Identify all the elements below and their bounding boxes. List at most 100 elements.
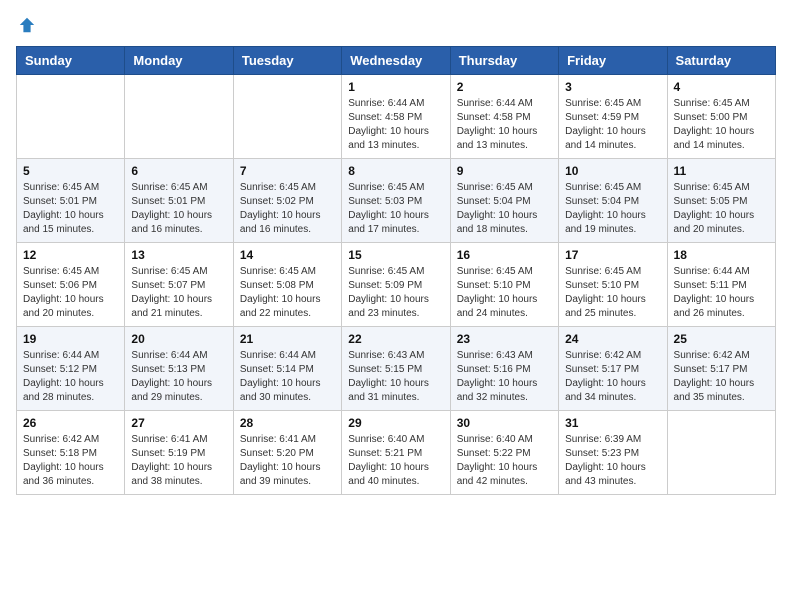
day-info: Sunrise: 6:44 AMSunset: 5:11 PMDaylight:… <box>674 265 769 321</box>
calendar-day-18: 18 Sunrise: 6:44 AMSunset: 5:11 PMDayligh… <box>667 243 775 327</box>
day-number: 31 <box>565 416 660 430</box>
day-info: Sunrise: 6:40 AMSunset: 5:22 PMDaylight:… <box>457 433 552 489</box>
logo-icon <box>18 16 36 34</box>
weekday-header-tuesday: Tuesday <box>233 47 341 75</box>
calendar-week-row: 26 Sunrise: 6:42 AMSunset: 5:18 PMDayligh… <box>17 411 776 495</box>
day-info: Sunrise: 6:45 AMSunset: 5:10 PMDaylight:… <box>565 265 660 321</box>
day-info: Sunrise: 6:45 AMSunset: 5:06 PMDaylight:… <box>23 265 118 321</box>
day-info: Sunrise: 6:43 AMSunset: 5:16 PMDaylight:… <box>457 349 552 405</box>
day-info: Sunrise: 6:43 AMSunset: 5:15 PMDaylight:… <box>348 349 443 405</box>
weekday-header-friday: Friday <box>559 47 667 75</box>
calendar-day-7: 7 Sunrise: 6:45 AMSunset: 5:02 PMDaylight… <box>233 159 341 243</box>
day-info: Sunrise: 6:45 AMSunset: 5:04 PMDaylight:… <box>565 181 660 237</box>
day-info: Sunrise: 6:45 AMSunset: 5:04 PMDaylight:… <box>457 181 552 237</box>
day-number: 17 <box>565 248 660 262</box>
day-number: 20 <box>131 332 226 346</box>
day-info: Sunrise: 6:45 AMSunset: 5:01 PMDaylight:… <box>23 181 118 237</box>
day-number: 21 <box>240 332 335 346</box>
day-info: Sunrise: 6:45 AMSunset: 5:07 PMDaylight:… <box>131 265 226 321</box>
day-number: 30 <box>457 416 552 430</box>
day-info: Sunrise: 6:45 AMSunset: 5:03 PMDaylight:… <box>348 181 443 237</box>
day-info: Sunrise: 6:45 AMSunset: 4:59 PMDaylight:… <box>565 97 660 153</box>
weekday-header-row: SundayMondayTuesdayWednesdayThursdayFrid… <box>17 47 776 75</box>
day-number: 10 <box>565 164 660 178</box>
day-info: Sunrise: 6:45 AMSunset: 5:08 PMDaylight:… <box>240 265 335 321</box>
calendar-empty-cell <box>125 75 233 159</box>
weekday-header-thursday: Thursday <box>450 47 558 75</box>
weekday-header-wednesday: Wednesday <box>342 47 450 75</box>
calendar-day-29: 29Sunrise: 6:40 AMSunset: 5:21 PMDayligh… <box>342 411 450 495</box>
day-number: 14 <box>240 248 335 262</box>
calendar-day-28: 28 Sunrise: 6:41 AMSunset: 5:20 PMDayligh… <box>233 411 341 495</box>
day-number: 18 <box>674 248 769 262</box>
day-info: Sunrise: 6:44 AMSunset: 5:13 PMDaylight:… <box>131 349 226 405</box>
calendar-day-11: 11 Sunrise: 6:45 AMSunset: 5:05 PMDayligh… <box>667 159 775 243</box>
day-number: 11 <box>674 164 769 178</box>
day-info: Sunrise: 6:42 AMSunset: 5:17 PMDaylight:… <box>674 349 769 405</box>
calendar-day-16: 16 Sunrise: 6:45 AMSunset: 5:10 PMDayligh… <box>450 243 558 327</box>
calendar-empty-cell <box>233 75 341 159</box>
calendar-day-5: 5Sunrise: 6:45 AMSunset: 5:01 PMDaylight… <box>17 159 125 243</box>
day-number: 16 <box>457 248 552 262</box>
day-number: 22 <box>348 332 443 346</box>
calendar-day-22: 22 Sunrise: 6:43 AMSunset: 5:15 PMDayligh… <box>342 327 450 411</box>
calendar-day-27: 27Sunrise: 6:41 AMSunset: 5:19 PMDayligh… <box>125 411 233 495</box>
day-number: 1 <box>348 80 443 94</box>
day-number: 25 <box>674 332 769 346</box>
calendar-day-15: 15Sunrise: 6:45 AMSunset: 5:09 PMDayligh… <box>342 243 450 327</box>
day-number: 24 <box>565 332 660 346</box>
calendar-week-row: 1 Sunrise: 6:44 AMSunset: 4:58 PMDaylight… <box>17 75 776 159</box>
calendar-day-17: 17 Sunrise: 6:45 AMSunset: 5:10 PMDayligh… <box>559 243 667 327</box>
calendar-day-25: 25 Sunrise: 6:42 AMSunset: 5:17 PMDayligh… <box>667 327 775 411</box>
calendar-day-31: 31 Sunrise: 6:39 AMSunset: 5:23 PMDayligh… <box>559 411 667 495</box>
day-number: 7 <box>240 164 335 178</box>
page-header <box>16 16 776 34</box>
calendar-table: SundayMondayTuesdayWednesdayThursdayFrid… <box>16 46 776 495</box>
day-info: Sunrise: 6:42 AMSunset: 5:18 PMDaylight:… <box>23 433 118 489</box>
calendar-day-21: 21 Sunrise: 6:44 AMSunset: 5:14 PMDayligh… <box>233 327 341 411</box>
day-number: 2 <box>457 80 552 94</box>
day-number: 26 <box>23 416 118 430</box>
day-number: 29 <box>348 416 443 430</box>
day-info: Sunrise: 6:44 AMSunset: 5:14 PMDaylight:… <box>240 349 335 405</box>
calendar-day-20: 20 Sunrise: 6:44 AMSunset: 5:13 PMDayligh… <box>125 327 233 411</box>
calendar-empty-cell <box>17 75 125 159</box>
day-info: Sunrise: 6:41 AMSunset: 5:20 PMDaylight:… <box>240 433 335 489</box>
calendar-day-8: 8Sunrise: 6:45 AMSunset: 5:03 PMDaylight… <box>342 159 450 243</box>
day-info: Sunrise: 6:45 AMSunset: 5:05 PMDaylight:… <box>674 181 769 237</box>
calendar-day-3: 3 Sunrise: 6:45 AMSunset: 4:59 PMDaylight… <box>559 75 667 159</box>
calendar-day-19: 19Sunrise: 6:44 AMSunset: 5:12 PMDayligh… <box>17 327 125 411</box>
calendar-day-6: 6 Sunrise: 6:45 AMSunset: 5:01 PMDaylight… <box>125 159 233 243</box>
calendar-day-2: 2 Sunrise: 6:44 AMSunset: 4:58 PMDaylight… <box>450 75 558 159</box>
calendar-empty-cell <box>667 411 775 495</box>
day-info: Sunrise: 6:45 AMSunset: 5:01 PMDaylight:… <box>131 181 226 237</box>
day-info: Sunrise: 6:44 AMSunset: 4:58 PMDaylight:… <box>457 97 552 153</box>
calendar-day-26: 26 Sunrise: 6:42 AMSunset: 5:18 PMDayligh… <box>17 411 125 495</box>
day-number: 3 <box>565 80 660 94</box>
day-number: 23 <box>457 332 552 346</box>
day-number: 6 <box>131 164 226 178</box>
day-number: 9 <box>457 164 552 178</box>
calendar-day-4: 4Sunrise: 6:45 AMSunset: 5:00 PMDaylight… <box>667 75 775 159</box>
calendar-day-24: 24 Sunrise: 6:42 AMSunset: 5:17 PMDayligh… <box>559 327 667 411</box>
logo <box>16 16 36 34</box>
day-info: Sunrise: 6:45 AMSunset: 5:09 PMDaylight:… <box>348 265 443 321</box>
day-info: Sunrise: 6:42 AMSunset: 5:17 PMDaylight:… <box>565 349 660 405</box>
day-number: 13 <box>131 248 226 262</box>
day-info: Sunrise: 6:45 AMSunset: 5:10 PMDaylight:… <box>457 265 552 321</box>
day-info: Sunrise: 6:45 AMSunset: 5:02 PMDaylight:… <box>240 181 335 237</box>
calendar-week-row: 19Sunrise: 6:44 AMSunset: 5:12 PMDayligh… <box>17 327 776 411</box>
day-info: Sunrise: 6:39 AMSunset: 5:23 PMDaylight:… <box>565 433 660 489</box>
weekday-header-monday: Monday <box>125 47 233 75</box>
calendar-day-12: 12 Sunrise: 6:45 AMSunset: 5:06 PMDayligh… <box>17 243 125 327</box>
day-number: 27 <box>131 416 226 430</box>
calendar-day-30: 30 Sunrise: 6:40 AMSunset: 5:22 PMDayligh… <box>450 411 558 495</box>
day-number: 28 <box>240 416 335 430</box>
calendar-day-1: 1Sunrise: 6:44 AMSunset: 4:58 PMDaylight… <box>342 75 450 159</box>
day-number: 12 <box>23 248 118 262</box>
day-number: 19 <box>23 332 118 346</box>
calendar-day-23: 23 Sunrise: 6:43 AMSunset: 5:16 PMDayligh… <box>450 327 558 411</box>
calendar-week-row: 5Sunrise: 6:45 AMSunset: 5:01 PMDaylight… <box>17 159 776 243</box>
day-info: Sunrise: 6:45 AMSunset: 5:00 PMDaylight:… <box>674 97 769 153</box>
weekday-header-saturday: Saturday <box>667 47 775 75</box>
